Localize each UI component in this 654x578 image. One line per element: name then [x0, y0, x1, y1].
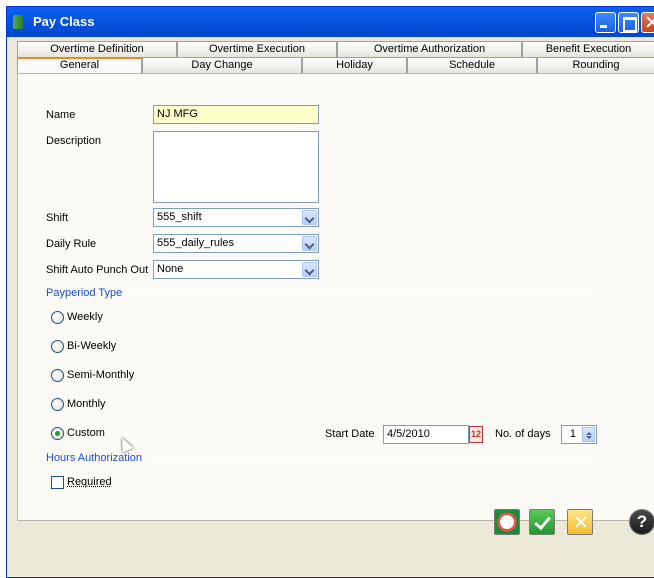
shift-label: Shift: [46, 212, 69, 224]
shift-select[interactable]: 555_shift: [153, 208, 319, 227]
payperiod-divider: [129, 294, 597, 295]
minimize-icon[interactable]: [595, 12, 616, 33]
num-days-label: No. of days: [495, 428, 551, 440]
title-bar[interactable]: Pay Class: [7, 7, 654, 37]
num-days-stepper[interactable]: 1: [561, 425, 597, 444]
radio-bi-weekly-label[interactable]: Bi-Weekly: [67, 340, 116, 352]
tab-benefit-execution[interactable]: Benefit Execution: [522, 41, 654, 57]
hours-auth-section-title: Hours Authorization: [46, 452, 142, 464]
cancel-button[interactable]: [567, 509, 593, 535]
shift-select-value: 555_shift: [157, 211, 202, 223]
radio-bi-weekly[interactable]: [51, 340, 64, 353]
app-icon: [13, 15, 23, 29]
description-label: Description: [46, 135, 102, 147]
radio-monthly-label[interactable]: Monthly: [67, 398, 106, 410]
num-days-value: 1: [569, 428, 576, 440]
tab-row-lower: General Day Change Holiday Schedule Roun…: [7, 57, 654, 73]
auto-punch-select[interactable]: None: [153, 260, 319, 279]
help-icon[interactable]: ?: [629, 509, 654, 535]
daily-rule-select-value: 555_daily_rules: [157, 237, 235, 249]
name-field[interactable]: NJ MFG: [153, 105, 319, 124]
dialog-footer: [7, 527, 654, 577]
clock-icon[interactable]: [494, 509, 520, 535]
daily-rule-label: Daily Rule: [46, 238, 97, 250]
required-label[interactable]: Required: [67, 476, 112, 488]
tab-schedule[interactable]: Schedule: [407, 57, 537, 73]
chevron-down-icon[interactable]: [302, 236, 317, 251]
radio-semi-monthly-label[interactable]: Semi-Monthly: [67, 369, 134, 381]
chevron-down-icon[interactable]: [302, 210, 317, 225]
chevron-down-icon[interactable]: [302, 262, 317, 277]
auto-punch-label: Shift Auto Punch Out: [46, 264, 149, 276]
start-date-field[interactable]: 4/5/2010: [383, 425, 469, 444]
tab-general[interactable]: General: [17, 57, 142, 73]
tab-day-change[interactable]: Day Change: [142, 57, 302, 73]
daily-rule-select[interactable]: 555_daily_rules: [153, 234, 319, 253]
tab-overtime-authorization[interactable]: Overtime Authorization: [337, 41, 522, 57]
payperiod-section-title: Payperiod Type: [46, 287, 123, 299]
tab-overtime-definition[interactable]: Overtime Definition: [17, 41, 177, 57]
start-date-label: Start Date: [325, 428, 375, 440]
tab-overtime-execution[interactable]: Overtime Execution: [177, 41, 337, 57]
name-label: Name: [46, 109, 76, 121]
window-title: Pay Class: [33, 14, 95, 29]
spinner-icon[interactable]: [582, 427, 595, 442]
radio-semi-monthly[interactable]: [51, 369, 64, 382]
description-field[interactable]: [153, 131, 319, 203]
radio-custom-label[interactable]: Custom: [67, 427, 105, 439]
close-icon[interactable]: [641, 12, 654, 33]
pay-class-window: Pay Class Overtime Definition Overtime E…: [6, 6, 654, 578]
calendar-icon[interactable]: 12: [469, 426, 483, 443]
required-checkbox[interactable]: [51, 476, 64, 489]
tab-holiday[interactable]: Holiday: [302, 57, 407, 73]
ok-button[interactable]: [529, 509, 555, 535]
maximize-icon[interactable]: [618, 12, 639, 33]
hours-auth-divider: [153, 459, 597, 460]
radio-weekly[interactable]: [51, 311, 64, 324]
tab-rounding[interactable]: Rounding: [537, 57, 654, 73]
radio-monthly[interactable]: [51, 398, 64, 411]
radio-weekly-label[interactable]: Weekly: [67, 311, 103, 323]
radio-custom[interactable]: [51, 427, 64, 440]
auto-punch-select-value: None: [157, 263, 184, 275]
tab-row-upper: Overtime Definition Overtime Execution O…: [7, 41, 654, 57]
